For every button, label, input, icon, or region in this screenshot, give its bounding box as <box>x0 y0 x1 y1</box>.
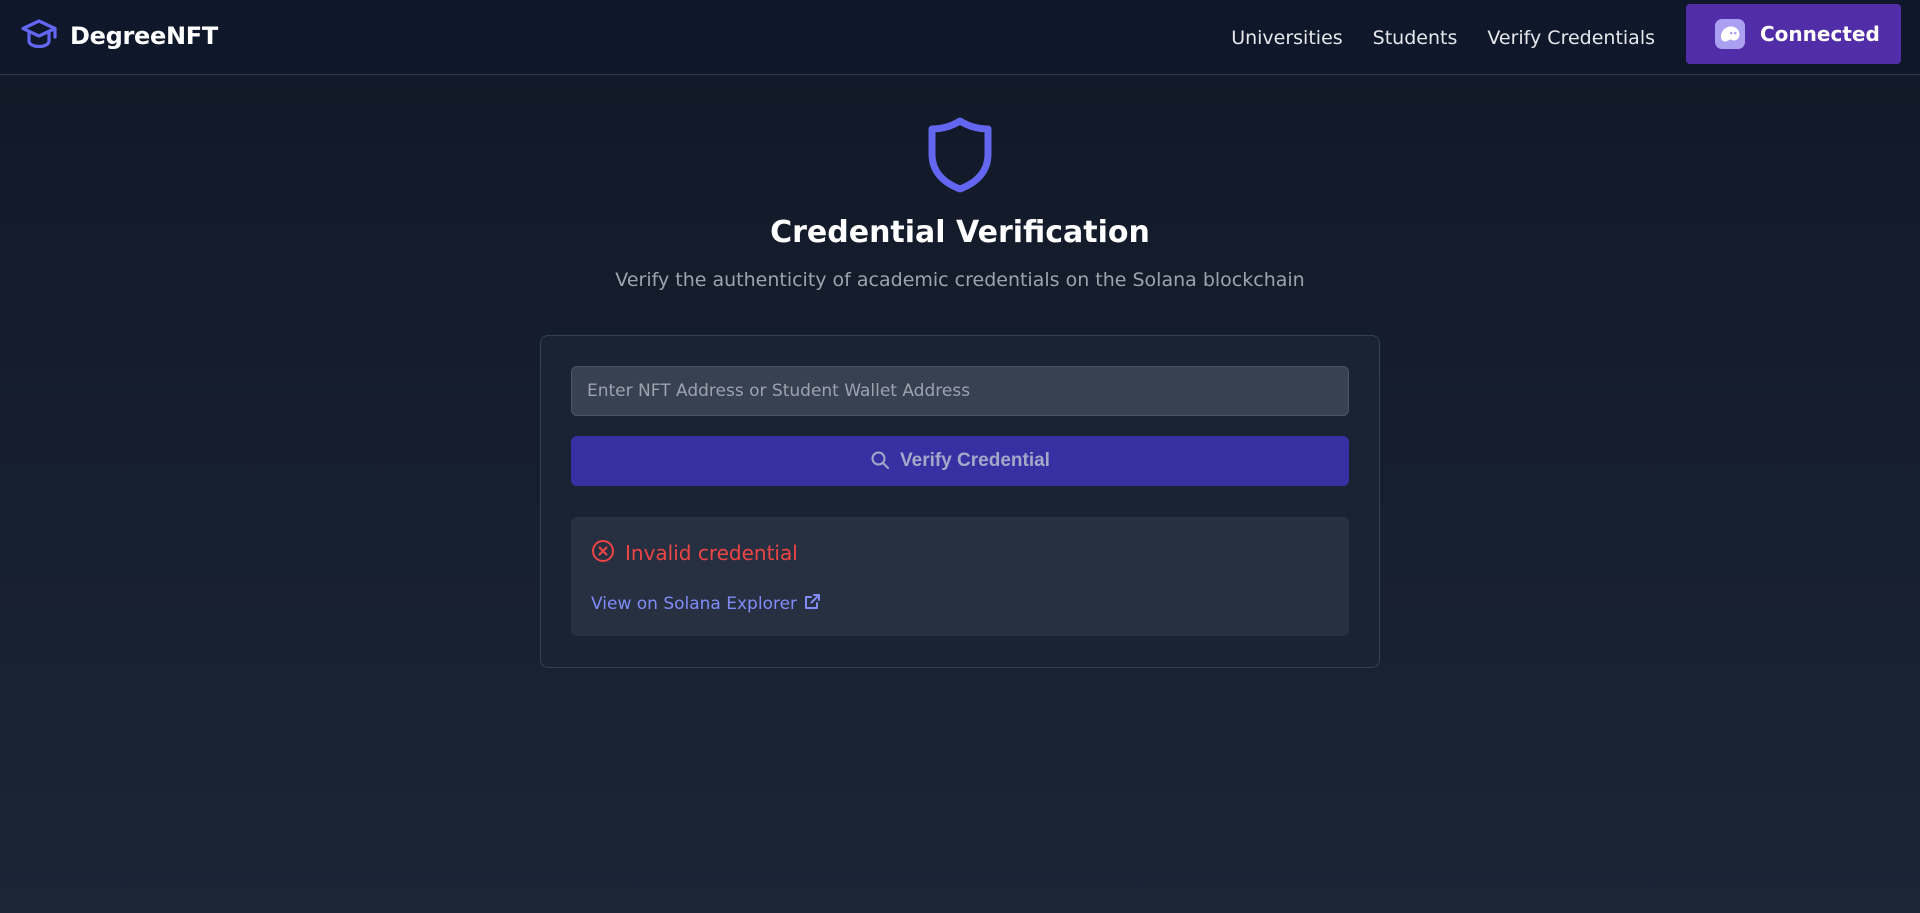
verify-credential-label: Verify Credential <box>900 450 1050 471</box>
nav-links: Universities Students Verify Credentials <box>1231 0 1655 75</box>
external-link-icon <box>803 593 821 615</box>
graduation-cap-icon <box>20 16 58 56</box>
verify-credential-button[interactable]: Verify Credential <box>571 436 1349 486</box>
solana-explorer-link[interactable]: View on Solana Explorer <box>591 593 821 615</box>
page-subtitle: Verify the authenticity of academic cred… <box>615 269 1305 291</box>
verification-card: Verify Credential Invalid credential Vie… <box>540 335 1380 668</box>
shield-icon <box>926 116 994 194</box>
page-title: Credential Verification <box>770 215 1150 250</box>
wallet-connect-label: Connected <box>1760 22 1880 46</box>
x-circle-icon <box>591 539 615 567</box>
verification-result: Invalid credential View on Solana Explor… <box>571 517 1349 636</box>
nav-link-verify-credentials[interactable]: Verify Credentials <box>1487 27 1655 49</box>
nav-link-students[interactable]: Students <box>1373 27 1458 49</box>
nav-link-universities[interactable]: Universities <box>1231 27 1342 49</box>
phantom-wallet-icon <box>1715 19 1745 49</box>
brand-name: DegreeNFT <box>70 22 218 50</box>
top-navbar: DegreeNFT Universities Students Verify C… <box>0 0 1920 75</box>
wallet-connect-button[interactable]: Connected <box>1686 4 1901 64</box>
brand-logo[interactable]: DegreeNFT <box>20 18 218 54</box>
result-status: Invalid credential <box>591 539 798 567</box>
status-message: Invalid credential <box>625 541 798 565</box>
address-input[interactable] <box>571 366 1349 416</box>
search-icon <box>870 450 890 473</box>
explorer-link-text: View on Solana Explorer <box>591 594 798 614</box>
